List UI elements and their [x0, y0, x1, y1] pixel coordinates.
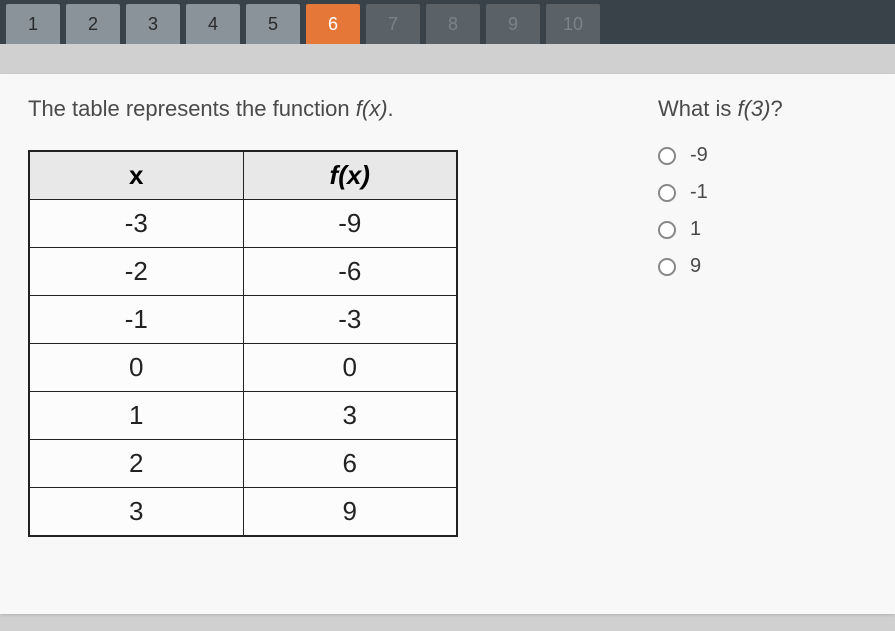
- answer-options: -9 -1 1 9: [658, 144, 783, 278]
- table-row: -2 -6: [29, 248, 457, 296]
- radio-icon: [658, 147, 676, 165]
- question-prompt: The table represents the function f(x).: [28, 96, 458, 122]
- question-card: The table represents the function f(x). …: [0, 74, 895, 614]
- nav-tab-1[interactable]: 1: [6, 4, 60, 44]
- table-row: 1 3: [29, 392, 457, 440]
- answer-prompt: What is f(3)?: [658, 96, 783, 122]
- answer-label: -9: [690, 144, 708, 167]
- table-row: -1 -3: [29, 296, 457, 344]
- table-row: -3 -9: [29, 200, 457, 248]
- answer-option-4[interactable]: 9: [658, 255, 783, 278]
- cell-x: 3: [29, 488, 243, 537]
- cell-x: 1: [29, 392, 243, 440]
- cell-fx: 3: [243, 392, 457, 440]
- cell-fx: -6: [243, 248, 457, 296]
- radio-icon: [658, 221, 676, 239]
- prompt-prefix: The table represents the function: [28, 96, 356, 121]
- nav-tab-10: 10: [546, 4, 600, 44]
- nav-tab-5[interactable]: 5: [246, 4, 300, 44]
- answer-option-3[interactable]: 1: [658, 218, 783, 241]
- answer-option-2[interactable]: -1: [658, 181, 783, 204]
- cell-x: 0: [29, 344, 243, 392]
- table-row: 3 9: [29, 488, 457, 537]
- question-left: The table represents the function f(x). …: [28, 96, 458, 592]
- answer-label: -1: [690, 181, 708, 204]
- cell-fx: 6: [243, 440, 457, 488]
- cell-fx: -9: [243, 200, 457, 248]
- cell-x: 2: [29, 440, 243, 488]
- table-header-fx: f(x): [243, 151, 457, 200]
- table-row: 2 6: [29, 440, 457, 488]
- cell-x: -1: [29, 296, 243, 344]
- nav-tab-7: 7: [366, 4, 420, 44]
- table-header-x: x: [29, 151, 243, 200]
- table-row: 0 0: [29, 344, 457, 392]
- nav-tab-6[interactable]: 6: [306, 4, 360, 44]
- answer-label: 9: [690, 255, 701, 278]
- cell-fx: -3: [243, 296, 457, 344]
- cell-x: -2: [29, 248, 243, 296]
- prompt-suffix: .: [388, 96, 394, 121]
- answer-option-1[interactable]: -9: [658, 144, 783, 167]
- question-nav-bar: 1 2 3 4 5 6 7 8 9 10: [0, 0, 895, 44]
- nav-tab-8: 8: [426, 4, 480, 44]
- prompt-fx: f(x): [356, 96, 388, 121]
- nav-tab-3[interactable]: 3: [126, 4, 180, 44]
- answer-fx: f(3): [737, 96, 770, 121]
- answer-prefix: What is: [658, 96, 737, 121]
- radio-icon: [658, 258, 676, 276]
- content-wrapper: The table represents the function f(x). …: [0, 44, 895, 631]
- nav-tab-2[interactable]: 2: [66, 4, 120, 44]
- radio-icon: [658, 184, 676, 202]
- cell-x: -3: [29, 200, 243, 248]
- answer-suffix: ?: [770, 96, 782, 121]
- nav-tab-4[interactable]: 4: [186, 4, 240, 44]
- function-table: x f(x) -3 -9 -2 -6 -1 -3: [28, 150, 458, 537]
- question-right: What is f(3)? -9 -1 1 9: [658, 96, 783, 592]
- nav-tab-9: 9: [486, 4, 540, 44]
- cell-fx: 9: [243, 488, 457, 537]
- answer-label: 1: [690, 218, 701, 241]
- cell-fx: 0: [243, 344, 457, 392]
